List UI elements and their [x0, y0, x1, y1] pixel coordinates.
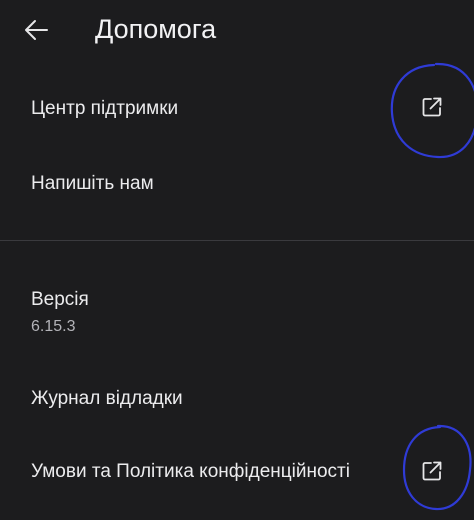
version-item: Версія 6.15.3 [0, 276, 474, 348]
contact-us-label: Напишіть нам [31, 173, 154, 194]
arrow-left-icon [25, 20, 48, 40]
page-title: Допомога [95, 14, 217, 44]
support-center-label: Центр підтримки [31, 98, 179, 119]
version-label: Версія [31, 289, 89, 310]
external-link-icon [422, 461, 442, 481]
app-bar: Допомога [0, 0, 474, 62]
debug-log-item[interactable]: Журнал відладки [0, 366, 474, 430]
version-value: 6.15.3 [31, 318, 76, 335]
terms-privacy-label: Умови та Політика конфіденційності [31, 461, 350, 482]
external-link-icon [422, 97, 442, 117]
support-center-item[interactable]: Центр підтримки [0, 76, 474, 142]
terms-privacy-item[interactable]: Умови та Політика конфіденційності [0, 440, 474, 506]
debug-log-label: Журнал відладки [31, 388, 183, 409]
contact-us-item[interactable]: Напишіть нам [0, 152, 474, 216]
back-button[interactable] [14, 10, 58, 50]
section-divider [0, 240, 474, 241]
